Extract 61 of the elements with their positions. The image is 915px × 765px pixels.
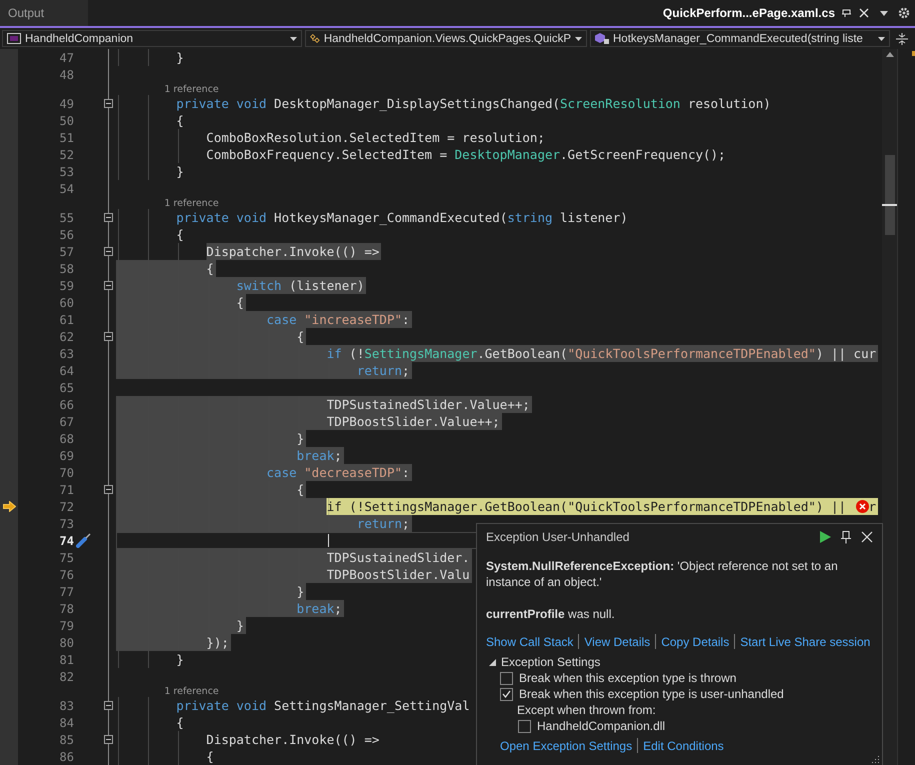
line-number: 86 [58, 750, 75, 764]
line-number: 83 [58, 698, 75, 712]
exception-message: System.NullReferenceException: 'Object reference not set to an instance of an object.' [486, 558, 839, 590]
checkbox-label: HandheldCompanion.dll [537, 719, 666, 733]
popup-link[interactable]: Edit Conditions [643, 738, 724, 752]
line-number: 70 [58, 466, 75, 480]
popup-link[interactable]: Copy Details [661, 634, 730, 648]
line-number: 68 [58, 432, 75, 446]
checkbox-label: Break when this exception type is user-unhandled [519, 687, 784, 701]
line-number: 54 [58, 182, 75, 196]
line-number: 64 [58, 364, 75, 378]
navigation-dropdown[interactable]: HandheldCompanion [2, 30, 302, 47]
line-number: 80 [58, 636, 75, 650]
reference-count[interactable]: 1 reference [164, 198, 219, 208]
line-number: 51 [58, 130, 75, 144]
reference-count[interactable]: 1 reference [164, 84, 219, 94]
line-number: 47 [58, 50, 75, 64]
navigation-dropdown[interactable]: HandheldCompanion.Views.QuickPages.QuickP [305, 30, 587, 47]
line-number: 61 [58, 312, 75, 326]
line-number: 85 [58, 732, 75, 746]
line-number: 55 [58, 210, 75, 224]
reference-count[interactable]: 1 reference [164, 686, 219, 696]
line-number: 81 [58, 652, 75, 666]
popup-link[interactable]: Start Live Share session [740, 634, 870, 648]
line-number: 58 [58, 262, 75, 276]
line-number: 48 [58, 68, 75, 82]
section-label: Exception Settings [501, 655, 600, 669]
line-number: 49 [58, 96, 75, 110]
line-number: 78 [58, 602, 75, 616]
line-number: 74 [58, 534, 75, 548]
line-number: 73 [58, 516, 75, 530]
line-number: 62 [58, 330, 75, 344]
navigation-dropdown[interactable]: HotkeysManager_CommandExecuted(string liste [590, 30, 890, 47]
except-label: Except when thrown from: [517, 703, 657, 717]
popup-title: Exception User-Unhandled [486, 530, 630, 544]
line-number: 84 [58, 716, 75, 730]
line-number: 65 [58, 380, 75, 394]
line-number: 50 [58, 114, 75, 128]
line-number: 59 [58, 278, 75, 292]
popup-link[interactable]: Open Exception Settings [500, 738, 632, 752]
line-number: 67 [58, 414, 75, 428]
line-number: 82 [58, 670, 75, 684]
popup-link[interactable]: Show Call Stack [486, 634, 574, 648]
checkbox-label: Break when this exception type is thrown [519, 671, 736, 685]
line-number: 76 [58, 568, 75, 582]
line-number: 66 [58, 398, 75, 412]
line-number: 52 [58, 148, 75, 162]
line-number: 71 [58, 482, 75, 496]
document-tab[interactable]: Output [0, 0, 88, 26]
exception-detail: currentProfile was null. [486, 606, 616, 622]
line-number: 69 [58, 448, 75, 462]
line-number: 60 [58, 296, 75, 310]
line-number: 75 [58, 550, 75, 564]
popup-link[interactable]: View Details [584, 634, 650, 648]
line-number: 56 [58, 228, 75, 242]
line-number: 72 [58, 500, 75, 514]
line-number: 77 [58, 584, 75, 598]
line-number: 53 [58, 164, 75, 178]
line-number: 63 [58, 346, 75, 360]
line-number: 79 [58, 618, 75, 632]
line-number: 57 [58, 244, 75, 258]
